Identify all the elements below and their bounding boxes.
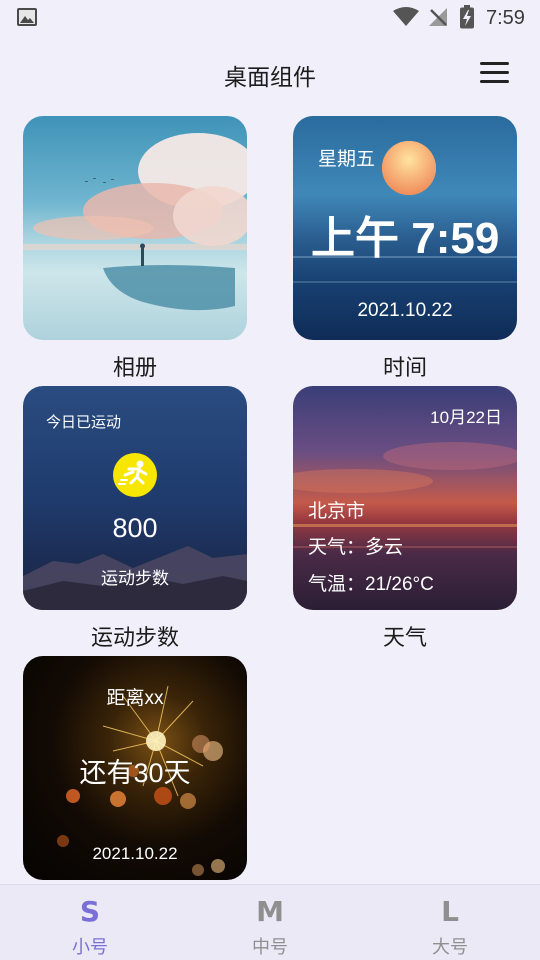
tab-large-label: 大号 <box>432 937 468 957</box>
weather-widget[interactable]: 10月22日 北京市 天气：多云 气温：21/26°C <box>293 386 517 610</box>
sport-widget[interactable]: 今日已运动 800 运动步数 <box>23 386 247 610</box>
sport-label: 运动步数 <box>90 625 179 650</box>
sport-heading: 今日已运动 <box>46 414 122 431</box>
size-s-icon: S <box>79 895 101 928</box>
countdown-target: 距离xx <box>106 688 164 709</box>
tab-large[interactable]: L 大号 <box>360 885 540 960</box>
time-date: 2021.10.22 <box>357 300 453 321</box>
weather-label: 天气 <box>382 625 427 650</box>
countdown-date: 2021.10.22 <box>92 844 178 863</box>
tab-medium[interactable]: M 中号 <box>180 885 360 960</box>
tab-small[interactable]: S 小号 <box>0 885 180 960</box>
status-time: 7:59 <box>486 7 525 29</box>
weather-city: 北京市 <box>308 501 366 522</box>
time-label: 时间 <box>382 355 427 380</box>
page-title: 桌面组件 <box>224 64 316 90</box>
album-label: 相册 <box>112 355 157 380</box>
hamburger-menu-icon[interactable] <box>476 58 512 88</box>
size-m-icon: M <box>256 895 284 928</box>
album-illustration <box>23 133 247 311</box>
tab-small-label: 小号 <box>72 937 108 957</box>
sport-caption: 运动步数 <box>101 569 169 588</box>
running-person-icon <box>113 453 157 497</box>
time-weekday: 星期五 <box>318 149 376 170</box>
battery-charging-icon <box>460 5 474 29</box>
album-widget[interactable] <box>23 116 247 340</box>
bottom-nav: S 小号 M 中号 L 大号 <box>0 884 540 960</box>
time-widget[interactable]: 星期五 上午 7:59 2021.10.22 <box>293 116 517 340</box>
wifi-icon <box>393 7 419 26</box>
size-l-icon: L <box>441 895 459 928</box>
sport-steps: 800 <box>112 513 158 543</box>
status-bar: 7:59 <box>0 0 540 36</box>
countdown-remaining: 还有30天 <box>79 758 191 788</box>
weather-date: 10月22日 <box>430 408 502 427</box>
signal-off-icon <box>429 8 447 26</box>
app-header: 桌面组件 <box>0 48 540 98</box>
time-clock: 上午 7:59 <box>311 214 500 263</box>
weather-temperature: 气温：21/26°C <box>308 574 434 595</box>
countdown-widget[interactable]: 距离xx 还有30天 2021.10.22 <box>23 656 247 880</box>
tab-medium-label: 中号 <box>252 937 288 957</box>
gallery-icon <box>17 8 37 26</box>
weather-condition: 天气：多云 <box>308 537 404 558</box>
